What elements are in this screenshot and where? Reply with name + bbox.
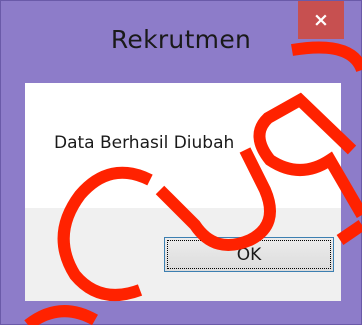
message-text: Data Berhasil Diubah <box>54 133 235 153</box>
message-dialog: Rekrutmen × Data Berhasil Diubah OK <box>0 0 362 325</box>
close-icon: × <box>313 8 329 31</box>
close-button[interactable]: × <box>298 1 344 39</box>
button-area: OK <box>25 208 341 301</box>
title-bar[interactable]: Rekrutmen × <box>1 1 361 81</box>
dialog-body: Data Berhasil Diubah OK <box>25 83 341 301</box>
ok-button-label: OK <box>236 244 262 265</box>
message-area: Data Berhasil Diubah <box>25 83 341 208</box>
ok-button[interactable]: OK <box>164 237 334 272</box>
